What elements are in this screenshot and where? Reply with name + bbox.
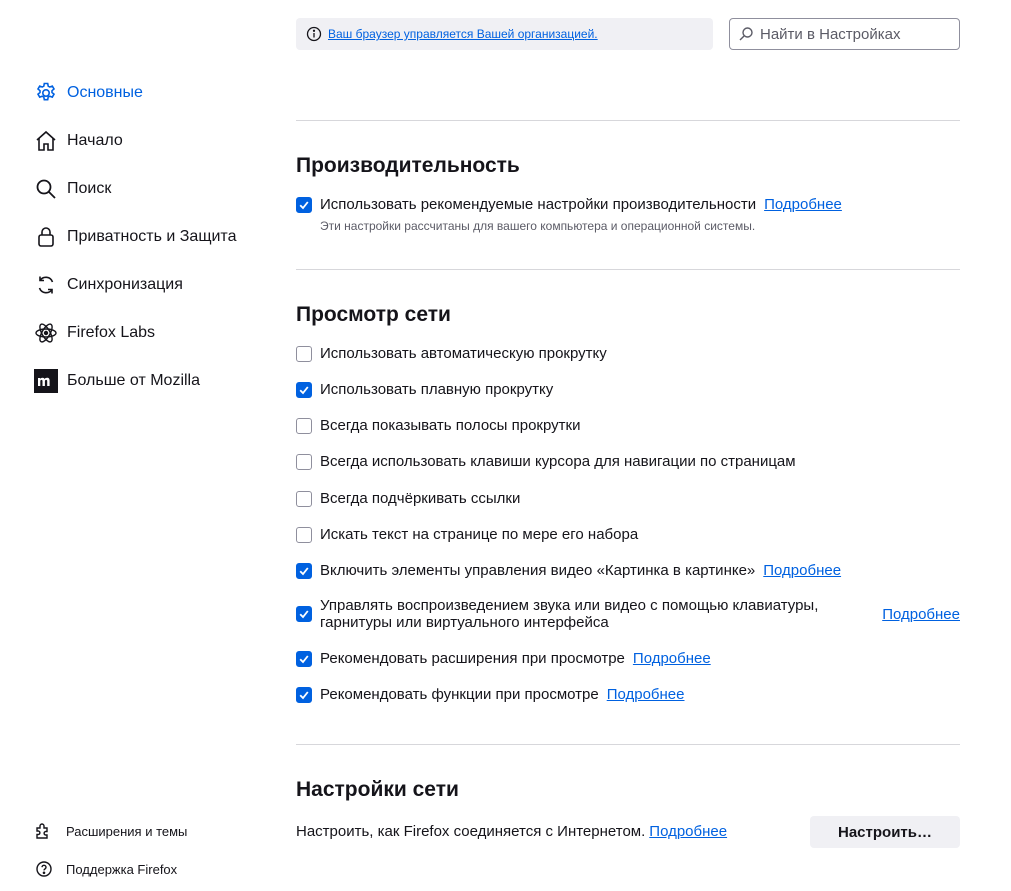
- info-icon: [306, 26, 322, 42]
- policy-banner: Ваш браузер управляется Вашей организаци…: [296, 18, 713, 50]
- option-label: Всегда использовать клавиши курсора для …: [320, 453, 796, 470]
- section-divider: [296, 269, 960, 270]
- mozilla-icon: [34, 369, 58, 393]
- option-smooth-scroll[interactable]: Использовать плавную прокрутку: [296, 381, 960, 398]
- option-label: Включить элементы управления видео «Карт…: [320, 562, 756, 579]
- option-label: Использовать рекомендуемые настройки про…: [320, 196, 757, 213]
- checkbox-unchecked[interactable]: [296, 453, 312, 470]
- sidebar-item-label: Firefox Labs: [67, 324, 156, 341]
- sidebar-item-label: Начало: [67, 132, 123, 149]
- gear-icon: [34, 81, 58, 105]
- search-settings-box[interactable]: [729, 18, 960, 50]
- sidebar-item-label: Основные: [67, 84, 143, 101]
- sidebar-item-label: Поиск: [67, 180, 112, 197]
- option-caret-browsing[interactable]: Всегда использовать клавиши курсора для …: [296, 453, 960, 470]
- sidebar-item-more-from-mozilla[interactable]: Больше от Mozilla: [34, 369, 200, 393]
- search-icon: [34, 177, 58, 201]
- checkbox-unchecked[interactable]: [296, 526, 312, 543]
- learn-more-link[interactable]: Подробнее: [649, 823, 727, 840]
- sidebar-item-search[interactable]: Поиск: [34, 177, 111, 201]
- puzzle-icon: [35, 822, 53, 840]
- section-divider: [296, 744, 960, 745]
- network-description-row: Настроить, как Firefox соединяется с Инт…: [296, 823, 796, 840]
- home-icon: [34, 129, 58, 153]
- option-label: Управлять воспроизведением звука или вид…: [320, 597, 818, 631]
- option-always-show-scrollbars[interactable]: Всегда показывать полосы прокрутки: [296, 417, 960, 434]
- option-media-control[interactable]: Управлять воспроизведением звука или вид…: [296, 597, 960, 631]
- option-label: Использовать автоматическую прокрутку: [320, 345, 607, 362]
- section-title-network: Настройки сети: [296, 778, 459, 801]
- learn-more-link[interactable]: Подробнее: [763, 562, 841, 579]
- sidebar-item-privacy[interactable]: Приватность и Защита: [34, 225, 236, 249]
- search-icon: [738, 26, 754, 42]
- checkbox-checked[interactable]: [296, 686, 312, 703]
- option-recommended-performance[interactable]: Использовать рекомендуемые настройки про…: [296, 196, 960, 213]
- option-label: Искать текст на странице по мере его наб…: [320, 526, 639, 543]
- checkbox-unchecked[interactable]: [296, 417, 312, 434]
- sidebar-item-sync[interactable]: Синхронизация: [34, 273, 183, 297]
- learn-more-link[interactable]: Подробнее: [882, 606, 960, 623]
- sidebar-footer-label: Расширения и темы: [66, 823, 188, 839]
- network-description: Настроить, как Firefox соединяется с Инт…: [296, 823, 646, 840]
- sidebar-item-home[interactable]: Начало: [34, 129, 123, 153]
- checkbox-unchecked[interactable]: [296, 345, 312, 362]
- section-title-performance: Производительность: [296, 154, 520, 177]
- option-recommend-extensions[interactable]: Рекомендовать расширения при просмотре П…: [296, 650, 960, 667]
- checkbox-unchecked[interactable]: [296, 490, 312, 507]
- option-label: Рекомендовать расширения при просмотре: [320, 650, 625, 667]
- sidebar-item-extensions-themes[interactable]: Расширения и темы: [35, 821, 187, 841]
- learn-more-link[interactable]: Подробнее: [764, 196, 842, 213]
- checkbox-checked[interactable]: [296, 562, 312, 579]
- checkbox-checked[interactable]: [296, 196, 312, 213]
- policy-link[interactable]: Ваш браузер управляется Вашей организаци…: [328, 27, 598, 41]
- search-input[interactable]: [758, 24, 952, 44]
- help-icon: [35, 860, 53, 878]
- lock-icon: [34, 225, 58, 249]
- option-label: Всегда показывать полосы прокрутки: [320, 417, 581, 434]
- option-label: Использовать плавную прокрутку: [320, 381, 554, 398]
- network-settings-button[interactable]: Настроить…: [810, 816, 960, 848]
- checkbox-checked[interactable]: [296, 606, 312, 622]
- option-find-as-you-type[interactable]: Искать текст на странице по мере его наб…: [296, 526, 960, 543]
- sidebar-item-firefox-labs[interactable]: Firefox Labs: [34, 321, 155, 345]
- option-picture-in-picture[interactable]: Включить элементы управления видео «Карт…: [296, 562, 960, 579]
- option-label-line: Управлять воспроизведением звука или вид…: [320, 597, 819, 614]
- learn-more-link[interactable]: Подробнее: [607, 686, 685, 703]
- labs-icon: [34, 321, 58, 345]
- option-label: Всегда подчёркивать ссылки: [320, 490, 521, 507]
- sidebar-footer-label: Поддержка Firefox: [66, 861, 178, 877]
- sidebar-item-general[interactable]: Основные: [34, 81, 143, 105]
- checkbox-checked[interactable]: [296, 650, 312, 667]
- option-label: Рекомендовать функции при просмотре: [320, 686, 599, 703]
- section-title-browsing: Просмотр сети: [296, 303, 451, 326]
- sidebar-item-label: Синхронизация: [67, 276, 183, 293]
- option-underline-links[interactable]: Всегда подчёркивать ссылки: [296, 490, 960, 507]
- learn-more-link[interactable]: Подробнее: [633, 650, 711, 667]
- option-autoscroll[interactable]: Использовать автоматическую прокрутку: [296, 345, 960, 362]
- option-label-line: гарнитуры или виртуального интерфейса: [320, 614, 609, 631]
- option-recommend-features[interactable]: Рекомендовать функции при просмотре Подр…: [296, 686, 960, 703]
- performance-note: Эти настройки рассчитаны для вашего комп…: [320, 219, 756, 233]
- sidebar-item-label: Приватность и Защита: [67, 228, 237, 245]
- sync-icon: [34, 273, 58, 297]
- section-divider: [296, 120, 960, 121]
- sidebar-item-label: Больше от Mozilla: [67, 372, 201, 389]
- checkbox-checked[interactable]: [296, 381, 312, 398]
- sidebar-item-firefox-support[interactable]: Поддержка Firefox: [35, 859, 177, 879]
